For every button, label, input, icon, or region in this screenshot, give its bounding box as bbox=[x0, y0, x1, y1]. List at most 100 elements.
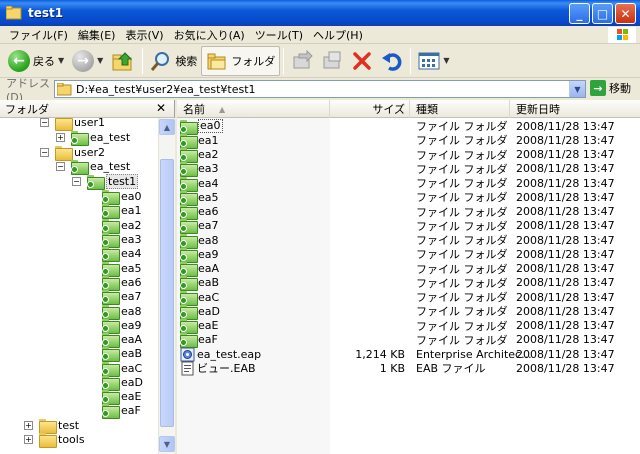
tree-item-label: eaE bbox=[121, 389, 142, 403]
file-row[interactable]: eaC ファイル フォルダ 2008/11/28 13:47 bbox=[177, 290, 640, 306]
file-row[interactable]: ea9 ファイル フォルダ 2008/11/28 13:47 bbox=[177, 247, 640, 263]
move-to-button[interactable] bbox=[287, 46, 317, 76]
tree-item[interactable]: ea0 bbox=[102, 189, 142, 205]
tree-item[interactable]: eaB bbox=[102, 346, 142, 362]
delete-button[interactable] bbox=[347, 46, 377, 76]
address-value: D:¥ea_test¥user2¥ea_test¥test1 bbox=[76, 82, 256, 96]
file-type: ファイル フォルダ bbox=[416, 191, 508, 205]
file-row[interactable]: eaA ファイル フォルダ 2008/11/28 13:47 bbox=[177, 262, 640, 277]
tree-item[interactable]: ea3 bbox=[102, 232, 142, 248]
tree-item[interactable]: − user1 bbox=[40, 118, 105, 131]
expand-icon[interactable]: + bbox=[24, 434, 33, 444]
collapse-icon[interactable]: − bbox=[56, 161, 65, 171]
file-row[interactable]: eaB ファイル フォルダ 2008/11/28 13:47 bbox=[177, 276, 640, 292]
file-row[interactable]: eaF ファイル フォルダ 2008/11/28 13:47 bbox=[177, 333, 640, 349]
tree-item[interactable]: ea6 bbox=[102, 275, 142, 291]
tree-item[interactable]: ea2 bbox=[102, 218, 142, 234]
file-row[interactable]: ea4 ファイル フォルダ 2008/11/28 13:47 bbox=[177, 176, 640, 192]
ea-folder-icon bbox=[180, 262, 198, 277]
menu-view[interactable]: 表示(V) bbox=[120, 27, 168, 43]
tree-item[interactable]: eaF bbox=[102, 403, 141, 419]
views-button[interactable]: ▼ bbox=[414, 46, 453, 76]
file-date: 2008/11/28 13:47 bbox=[516, 176, 615, 190]
ea-folder-icon bbox=[102, 246, 120, 262]
file-name-cell: ea6 bbox=[180, 205, 219, 220]
tree-item[interactable]: + test bbox=[24, 418, 79, 434]
tree-item[interactable]: ea4 bbox=[102, 246, 142, 262]
collapse-icon[interactable]: − bbox=[40, 118, 49, 127]
file-row[interactable]: ea5 ファイル フォルダ 2008/11/28 13:47 bbox=[177, 190, 640, 206]
tree-item[interactable]: ea7 bbox=[102, 289, 142, 305]
tree-item[interactable]: + ea_test bbox=[56, 130, 130, 146]
ea-folder-icon bbox=[180, 333, 198, 349]
expand-icon[interactable]: + bbox=[56, 132, 65, 142]
tree-item[interactable]: + tools bbox=[24, 432, 85, 448]
close-icon[interactable]: ✕ bbox=[156, 101, 166, 115]
undo-button[interactable] bbox=[377, 46, 407, 76]
file-row[interactable]: eaD ファイル フォルダ 2008/11/28 13:47 bbox=[177, 304, 640, 320]
folders-button[interactable]: フォルダ bbox=[201, 45, 281, 76]
menu-tools[interactable]: ツール(T) bbox=[250, 27, 308, 43]
tree-item[interactable]: ea1 bbox=[102, 203, 142, 219]
column-header-date[interactable]: 更新日時 bbox=[510, 100, 640, 118]
file-row[interactable]: ea_test.eap 1,214 KB Enterprise Architec..… bbox=[177, 347, 640, 361]
tree-item[interactable]: ea8 bbox=[102, 304, 142, 320]
back-button[interactable]: ← 戻る ▼ bbox=[4, 46, 68, 76]
expand-icon[interactable]: + bbox=[24, 420, 33, 430]
column-name-label: 名前 bbox=[183, 103, 205, 116]
menu-help[interactable]: ヘルプ(H) bbox=[308, 27, 368, 43]
forward-button[interactable]: → ▼ bbox=[68, 46, 107, 76]
file-row[interactable]: eaE ファイル フォルダ 2008/11/28 13:47 bbox=[177, 319, 640, 334]
copy-to-button[interactable] bbox=[317, 46, 347, 76]
toolbar-separator bbox=[410, 47, 412, 74]
file-name-cell: ea_test.eap bbox=[180, 347, 261, 361]
tree-item[interactable]: eaE bbox=[102, 389, 142, 405]
tree-item[interactable]: − ea_test bbox=[56, 159, 130, 175]
address-dropdown-button[interactable]: ▼ bbox=[569, 81, 585, 97]
file-row[interactable]: ビュー.EAB 1 KB EAB ファイル 2008/11/28 13:47 bbox=[177, 361, 640, 376]
scroll-down-button[interactable]: ▼ bbox=[159, 436, 175, 452]
chevron-down-icon: ▼ bbox=[574, 84, 581, 94]
delete-icon bbox=[353, 51, 372, 70]
file-row[interactable]: ea0 ファイル フォルダ 2008/11/28 13:47 bbox=[177, 119, 640, 135]
tree-item[interactable]: ea9 bbox=[102, 318, 142, 334]
file-type: ファイル フォルダ bbox=[416, 162, 508, 176]
go-button[interactable]: → 移動 bbox=[590, 80, 631, 96]
scroll-thumb[interactable] bbox=[160, 159, 174, 427]
tree-item-label: ea1 bbox=[121, 203, 142, 217]
column-header-type[interactable]: 種類 bbox=[410, 100, 510, 118]
maximize-button[interactable]: □ bbox=[592, 3, 613, 24]
collapse-icon[interactable]: − bbox=[40, 147, 49, 157]
minimize-button[interactable]: _ bbox=[569, 3, 590, 24]
file-row[interactable]: ea2 ファイル フォルダ 2008/11/28 13:47 bbox=[177, 148, 640, 163]
search-button[interactable]: 検索 bbox=[146, 46, 201, 76]
tree-item[interactable]: − test1 bbox=[72, 173, 139, 190]
tree-item[interactable]: eaA bbox=[102, 332, 142, 348]
menu-file[interactable]: ファイル(F) bbox=[4, 27, 73, 43]
file-row[interactable]: ea6 ファイル フォルダ 2008/11/28 13:47 bbox=[177, 205, 640, 220]
menu-edit[interactable]: 編集(E) bbox=[73, 27, 121, 43]
tree-item[interactable]: − user2 bbox=[40, 145, 105, 161]
close-button[interactable]: ✕ bbox=[615, 3, 636, 24]
file-row[interactable]: ea1 ファイル フォルダ 2008/11/28 13:47 bbox=[177, 133, 640, 149]
tree-item[interactable]: ea5 bbox=[102, 261, 142, 277]
ea-folder-icon bbox=[102, 361, 120, 377]
ea-folder-icon bbox=[180, 205, 198, 220]
file-size bbox=[337, 148, 405, 162]
tree-item[interactable]: eaD bbox=[102, 375, 143, 391]
ea-folder-icon bbox=[180, 133, 198, 149]
collapse-icon[interactable]: − bbox=[72, 176, 81, 186]
file-row[interactable]: ea3 ファイル フォルダ 2008/11/28 13:47 bbox=[177, 162, 640, 178]
file-type: ファイル フォルダ bbox=[416, 177, 508, 190]
address-input[interactable]: D:¥ea_test¥user2¥ea_test¥test1 ▼ bbox=[54, 80, 586, 98]
scroll-up-button[interactable]: ▲ bbox=[159, 119, 175, 135]
file-row[interactable]: ea8 ファイル フォルダ 2008/11/28 13:47 bbox=[177, 233, 640, 249]
column-header-size[interactable]: サイズ bbox=[330, 100, 410, 118]
menu-favorites[interactable]: お気に入り(A) bbox=[169, 27, 250, 43]
tree-item[interactable]: eaC bbox=[102, 361, 142, 377]
folder-pane-scrollbar[interactable]: ▲ ▼ bbox=[158, 118, 175, 454]
column-header-name[interactable]: 名前 ▲ bbox=[177, 100, 330, 118]
file-row[interactable]: ea7 ファイル フォルダ 2008/11/28 13:47 bbox=[177, 219, 640, 235]
ea-folder-icon bbox=[71, 159, 89, 175]
up-folder-button[interactable] bbox=[107, 46, 139, 76]
